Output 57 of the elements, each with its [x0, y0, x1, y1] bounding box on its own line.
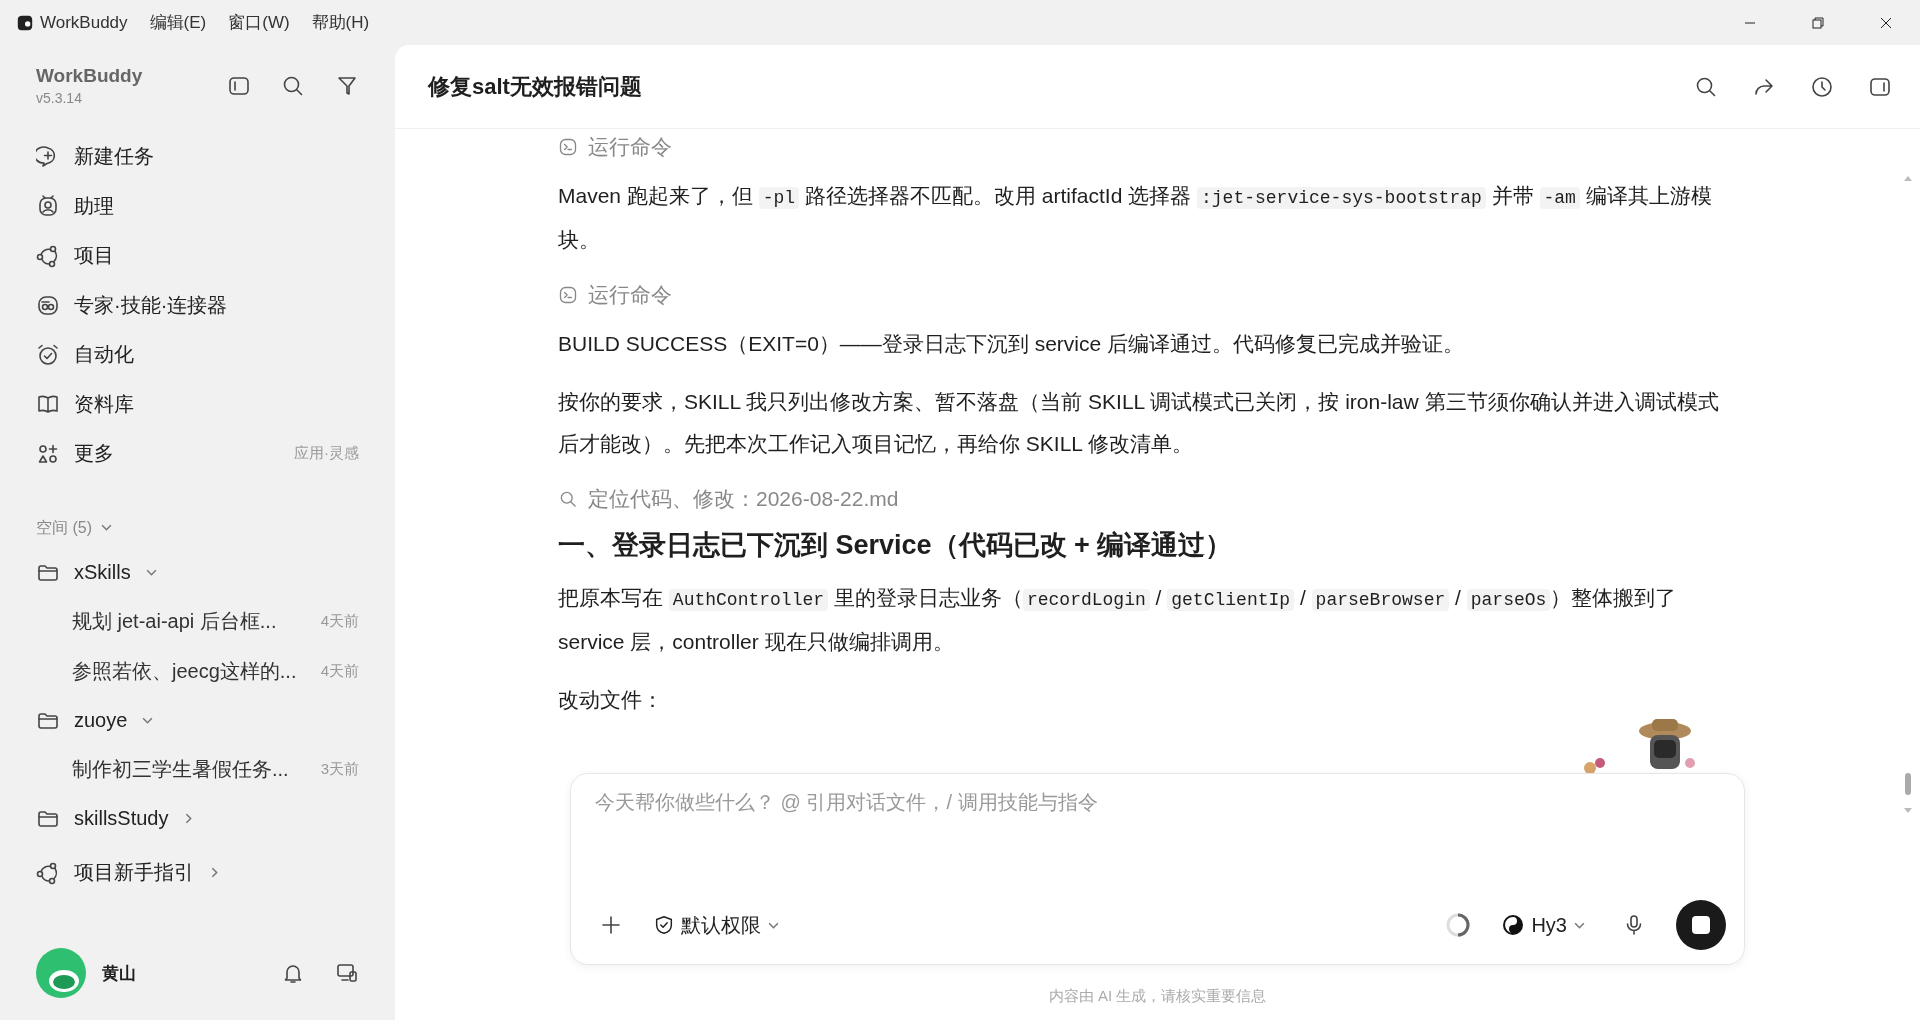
loading-spinner-icon [1445, 912, 1472, 938]
search-icon [558, 489, 578, 509]
menu-item[interactable]: 编辑(E) [149, 11, 207, 34]
task-title[interactable]: 参照若依、jeecg这样的... [72, 658, 297, 685]
sidebar-item[interactable]: 更多 应用·灵感 [36, 429, 395, 479]
app-title: WorkBuddy [36, 65, 143, 87]
sidebar-item[interactable]: 资料库 [36, 379, 395, 429]
stop-button[interactable] [1676, 900, 1726, 950]
app-logo-icon [16, 13, 34, 32]
task-time: 3天前 [320, 760, 359, 779]
project-icon [36, 860, 60, 885]
model-logo-icon [1501, 913, 1526, 937]
task-title[interactable]: 规划 jet-ai-api 后台框... [72, 608, 277, 635]
avatar [36, 948, 86, 998]
terminal-icon [558, 285, 578, 305]
app-name: WorkBuddy [40, 12, 128, 33]
sidebar-item[interactable]: 专家·技能·连接器 [36, 280, 395, 330]
section-heading: 一、登录日志已下沉到 Service（代码已改 + 编译通过） [558, 529, 1234, 562]
shield-check-icon [653, 914, 675, 936]
message-paragraph: 把原本写在 AuthController 里的登录日志业务（ recordLogin / getClientIp / parseBrowser / parseOs ）整体搬到了 service 层，controller 现在只做编排调用。 [558, 585, 1678, 655]
alarm-clock-icon [36, 342, 60, 367]
tool-step[interactable]: 定位代码、修改：2026-08-22.md [588, 485, 899, 513]
devices-icon [335, 961, 359, 985]
chat-title: 修复salt无效报错问题 [428, 72, 642, 101]
menu-item[interactable]: 窗口(W) [228, 11, 290, 34]
message-paragraph: 按你的要求，SKILL 我只列出修改方案、暂不落盘（当前 SKILL 调试模式已关闭，按 iron-law 第三节须你确认并进入调试模式后才能改）。先把本次工作记入项目记忆，再给你 SKILL 修改清单。 [558, 389, 1720, 457]
message-paragraph: Maven 跑起来了，但 -pl 路径选择器不匹配。改用 artifactId 选择器 :jet-service-sys-bootstrap 并带 -am 编译其上游模块。 [558, 183, 1713, 253]
item-hint: 应用·灵感 [294, 444, 359, 464]
menu-item[interactable]: 帮助(H) [311, 11, 370, 34]
task-time: 4天前 [320, 662, 359, 681]
disclaimer: 内容由 AI 生成，请核实重要信息 [1048, 987, 1267, 1006]
folder-name[interactable]: xSkills [74, 561, 131, 584]
version-label: v5.3.14 [36, 90, 83, 106]
plus-icon [599, 913, 623, 937]
tool-step[interactable]: 运行命令 [588, 281, 672, 309]
task-title[interactable]: 制作初三学生暑假任务... [72, 756, 289, 783]
sidebar-item[interactable]: 自动化 [36, 330, 395, 380]
guide-link[interactable]: 项目新手指引 [74, 859, 194, 886]
user-name: 黄山 [102, 962, 136, 985]
project-icon [36, 243, 60, 268]
sidebar-item[interactable]: 项目 [36, 231, 395, 281]
stop-icon [1692, 916, 1710, 934]
clock-icon [1810, 74, 1834, 99]
permission-dropdown[interactable]: 默认权限 [647, 910, 786, 940]
restore-icon [1812, 16, 1824, 29]
message-paragraph: BUILD SUCCESS（EXIT=0）——登录日志下沉到 service 后编译通过。代码修复已完成并验证。 [558, 331, 1465, 357]
model-selector[interactable]: Hy3 [1495, 912, 1592, 938]
folder-name[interactable]: skillsStudy [74, 807, 169, 830]
sidebar-item[interactable]: 新建任务 [36, 132, 395, 182]
message-paragraph: 改动文件： [558, 687, 664, 713]
tool-step[interactable]: 运行命令 [588, 133, 672, 161]
terminal-icon [558, 137, 578, 157]
close-icon [1880, 16, 1892, 29]
assistant-icon [36, 194, 60, 219]
sidebar-item[interactable]: 助理 [36, 181, 395, 231]
folder-name[interactable]: zuoye [74, 709, 128, 732]
task-time: 4天前 [320, 612, 359, 631]
